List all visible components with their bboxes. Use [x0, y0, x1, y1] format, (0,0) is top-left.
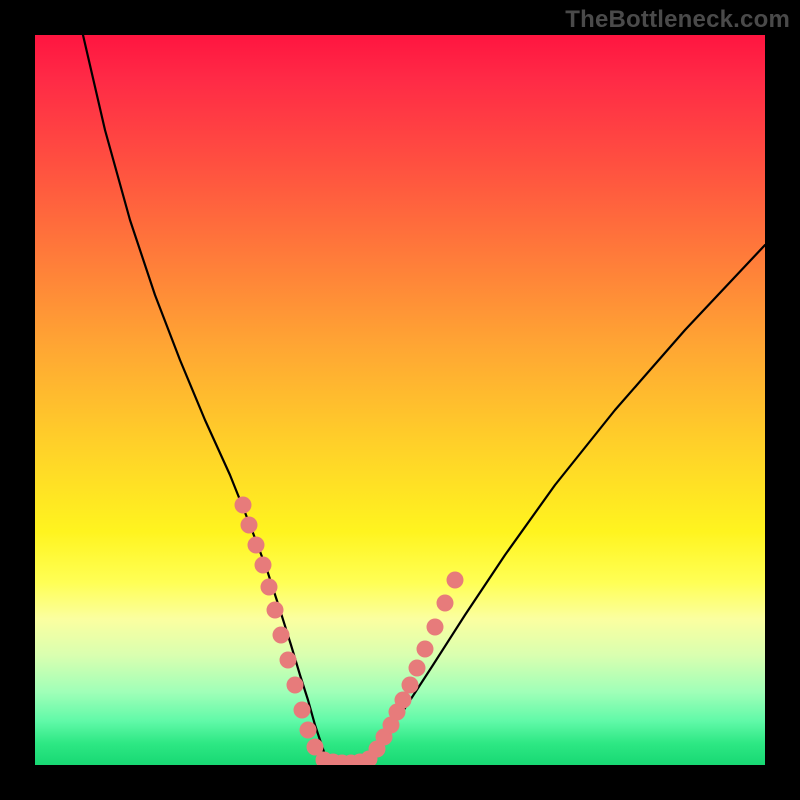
data-point [447, 572, 464, 589]
data-point [273, 627, 290, 644]
data-point [241, 517, 258, 534]
data-point [235, 497, 252, 514]
watermark-text: TheBottleneck.com [565, 6, 790, 34]
plot-area [35, 35, 765, 765]
data-point [280, 652, 297, 669]
data-point [427, 619, 444, 636]
data-point [402, 677, 419, 694]
data-point [294, 702, 311, 719]
data-point [261, 579, 278, 596]
data-point [409, 660, 426, 677]
data-point [437, 595, 454, 612]
dot-layer [235, 497, 464, 766]
data-point [395, 692, 412, 709]
data-point [267, 602, 284, 619]
data-point [248, 537, 265, 554]
data-point [417, 641, 434, 658]
data-point [287, 677, 304, 694]
chart-svg [35, 35, 765, 765]
chart-frame: TheBottleneck.com [0, 0, 800, 800]
data-point [255, 557, 272, 574]
data-point [300, 722, 317, 739]
